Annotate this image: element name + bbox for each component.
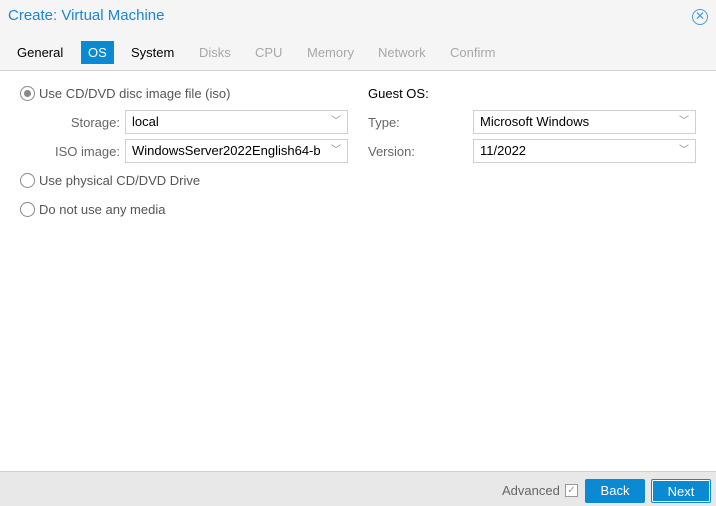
type-select[interactable]: Microsoft Windows ﹀ [473, 110, 696, 134]
radio-unchecked-icon [20, 173, 35, 188]
back-button[interactable]: Back [585, 479, 645, 503]
tab-memory[interactable]: Memory [300, 41, 361, 64]
radio-label: Do not use any media [39, 202, 166, 217]
radio-no-media[interactable]: Do not use any media [20, 202, 165, 217]
dialog-footer: Advanced ✓ Back Next [0, 471, 716, 506]
chevron-down-icon: ﹀ [331, 145, 341, 156]
radio-checked-icon [20, 86, 35, 101]
iso-image-label: ISO image: [54, 144, 120, 159]
chevron-down-icon: ﹀ [679, 116, 689, 127]
advanced-label: Advanced [502, 483, 560, 498]
storage-label: Storage: [70, 115, 120, 130]
radio-physical-drive[interactable]: Use physical CD/DVD Drive [20, 173, 200, 188]
tab-system[interactable]: System [124, 41, 181, 64]
tab-os[interactable]: OS [81, 41, 114, 64]
dialog-header: Create: Virtual Machine ✕ General OS Sys… [0, 0, 716, 71]
type-value: Microsoft Windows [480, 114, 590, 129]
tab-disks[interactable]: Disks [192, 41, 238, 64]
iso-image-value: WindowsServer2022English64-b [132, 143, 321, 158]
version-label: Version: [368, 144, 415, 159]
tab-cpu[interactable]: CPU [248, 41, 289, 64]
version-value: 11/2022 [480, 143, 527, 158]
close-icon[interactable]: ✕ [692, 9, 708, 25]
iso-image-select[interactable]: WindowsServer2022English64-b ﹀ [125, 139, 348, 163]
next-button[interactable]: Next [651, 479, 711, 503]
radio-use-iso[interactable]: Use CD/DVD disc image file (iso) [20, 86, 230, 101]
radio-label: Use CD/DVD disc image file (iso) [39, 86, 231, 101]
storage-select[interactable]: local ﹀ [125, 110, 348, 134]
radio-unchecked-icon [20, 202, 35, 217]
tab-network[interactable]: Network [371, 41, 433, 64]
chevron-down-icon: ﹀ [679, 145, 689, 156]
dialog-title: Create: Virtual Machine [8, 7, 165, 24]
type-label: Type: [368, 115, 400, 130]
chevron-down-icon: ﹀ [331, 116, 341, 127]
storage-value: local [132, 114, 159, 129]
version-select[interactable]: 11/2022 ﹀ [473, 139, 696, 163]
advanced-checkbox[interactable]: ✓ [565, 484, 578, 497]
tab-general[interactable]: General [10, 41, 70, 64]
guest-os-heading: Guest OS: [368, 86, 429, 101]
tab-confirm[interactable]: Confirm [443, 41, 503, 64]
radio-label: Use physical CD/DVD Drive [39, 173, 201, 188]
